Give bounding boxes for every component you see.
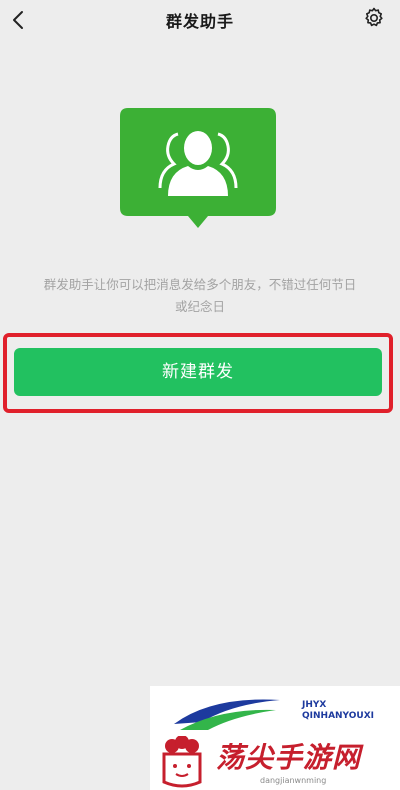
watermark-url: dangjianwnming [260, 776, 327, 785]
page-title: 群发助手 [165, 12, 234, 31]
group-contacts-icon [120, 108, 276, 228]
settings-button[interactable] [362, 6, 386, 30]
watermark-logo-letters: JHYX [302, 700, 327, 710]
watermark-english-name: QINHANYOUXI [302, 711, 375, 721]
gear-icon [365, 7, 383, 27]
site-watermark: JHYX QINHANYOUXI 荡尖手游网 dangjianwnming [150, 686, 400, 790]
watermark-english-logo: JHYX QINHANYOUXI [302, 700, 374, 722]
new-group-send-button[interactable]: 新建群发 [14, 348, 382, 396]
watermark-chinese-name: 荡尖手游网 [216, 741, 362, 774]
group-send-assistant-screen: 群发助手 群发助手让你可以把消息发给多个朋友，不错过任何节日 或纪念日 新建群发… [0, 0, 400, 790]
feature-description: 群发助手让你可以把消息发给多个朋友，不错过任何节日 或纪念日 [12, 274, 388, 318]
navigation-bar: 群发助手 [0, 0, 400, 40]
description-line-2: 或纪念日 [174, 299, 225, 314]
swoosh-logo-icon [174, 699, 280, 730]
chef-mascot-icon [162, 736, 202, 788]
description-line-1: 群发助手让你可以把消息发给多个朋友，不错过任何节日 [43, 277, 357, 292]
